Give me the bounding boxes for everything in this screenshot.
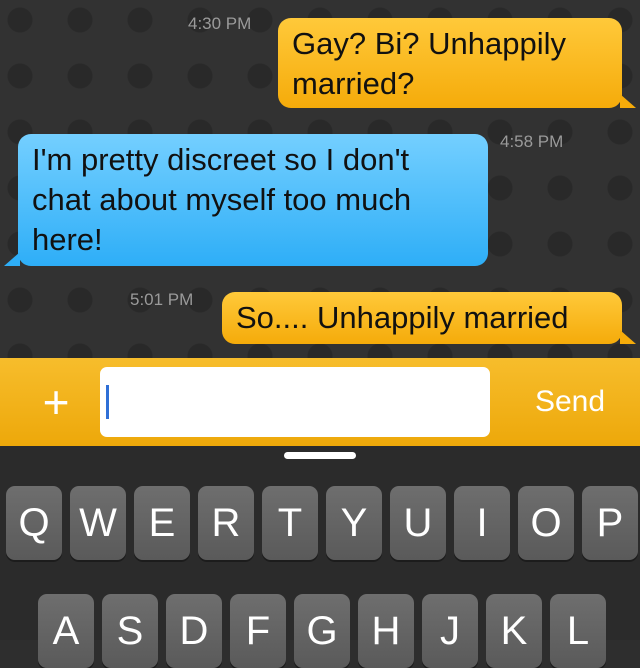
- key-i[interactable]: I: [454, 486, 510, 560]
- message-line: So.... Unhappily married: [236, 300, 569, 335]
- key-g[interactable]: G: [294, 594, 350, 668]
- key-o[interactable]: O: [518, 486, 574, 560]
- message-timestamp: 5:01 PM: [130, 290, 194, 309]
- key-t[interactable]: T: [262, 486, 318, 560]
- outgoing-message-bubble[interactable]: Gay? Bi? Unhappily married?: [278, 18, 622, 108]
- key-u[interactable]: U: [390, 486, 446, 560]
- key-l[interactable]: L: [550, 594, 606, 668]
- text-cursor: [106, 385, 109, 419]
- key-k[interactable]: K: [486, 594, 542, 668]
- incoming-message-bubble[interactable]: I'm pretty discreet so I don't chat abou…: [18, 134, 488, 266]
- outgoing-message-bubble[interactable]: So.... Unhappily married: [222, 292, 622, 344]
- message-line: Gay? Bi? Unhappily: [292, 26, 566, 61]
- key-y[interactable]: Y: [326, 486, 382, 560]
- add-attachment-button[interactable]: +: [34, 372, 78, 432]
- message-line: married?: [292, 66, 415, 101]
- key-d[interactable]: D: [166, 594, 222, 668]
- key-r[interactable]: R: [198, 486, 254, 560]
- bubble-tail: [620, 94, 636, 108]
- send-button[interactable]: Send: [520, 372, 620, 432]
- message-timestamp: 4:30 PM: [188, 14, 252, 33]
- compose-bar: + Send: [0, 358, 640, 446]
- key-h[interactable]: H: [358, 594, 414, 668]
- key-s[interactable]: S: [102, 594, 158, 668]
- bubble-tail: [4, 252, 20, 266]
- key-p[interactable]: P: [582, 486, 638, 560]
- key-e[interactable]: E: [134, 486, 190, 560]
- key-f[interactable]: F: [230, 594, 286, 668]
- key-a[interactable]: A: [38, 594, 94, 668]
- keyboard: Q W E R T Y U I O P A S D F G H J K L: [0, 446, 640, 668]
- key-j[interactable]: J: [422, 594, 478, 668]
- message-line: I'm pretty discreet so I don't: [32, 142, 410, 177]
- message-timestamp: 4:58 PM: [500, 132, 564, 151]
- key-q[interactable]: Q: [6, 486, 62, 560]
- bubble-tail: [620, 330, 636, 344]
- message-line: chat about myself too much: [32, 182, 412, 217]
- chat-area[interactable]: 4:30 PM Gay? Bi? Unhappily married? I'm …: [0, 0, 640, 358]
- key-w[interactable]: W: [70, 486, 126, 560]
- message-line: here!: [32, 222, 103, 257]
- keyboard-handle[interactable]: [284, 452, 356, 459]
- message-input[interactable]: [100, 367, 490, 437]
